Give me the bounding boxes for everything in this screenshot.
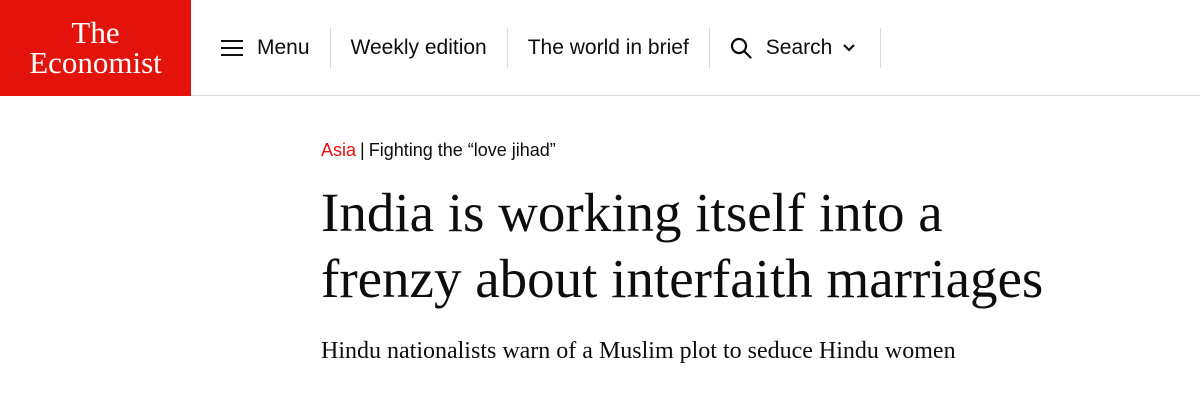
chevron-down-icon [843,44,856,52]
world-in-brief-link[interactable]: The world in brief [508,28,710,68]
headline-line-2: frenzy about interfaith marriages [321,248,1044,309]
rubric-separator: | [360,140,365,160]
menu-button[interactable]: Menu [191,28,331,68]
world-in-brief-label: The world in brief [527,36,689,59]
weekly-edition-link[interactable]: Weekly edition [331,28,508,68]
section-link[interactable]: Asia [321,140,356,160]
search-button[interactable]: Search [710,28,882,68]
top-navigation-bar: The Economist Menu Weekly edition The wo… [0,0,1200,96]
article-subheadline: Hindu nationalists warn of a Muslim plot… [321,338,956,364]
article-rubric: Asia | Fighting the “love jihad” [321,140,556,161]
weekly-edition-label: Weekly edition [350,36,487,59]
search-label: Search [765,36,833,59]
search-icon [730,37,752,59]
main-nav: Menu Weekly edition The world in brief S… [191,0,882,96]
hamburger-menu-icon [221,40,243,56]
article-headline: India is working itself into a frenzy ab… [321,180,1181,312]
logo-line-1: The [71,15,120,50]
menu-label: Menu [257,36,310,59]
logo-line-2: Economist [29,45,162,80]
headline-line-1: India is working itself into a [321,182,943,243]
fly-title: Fighting the “love jihad” [368,140,556,160]
economist-logo[interactable]: The Economist [0,0,191,96]
